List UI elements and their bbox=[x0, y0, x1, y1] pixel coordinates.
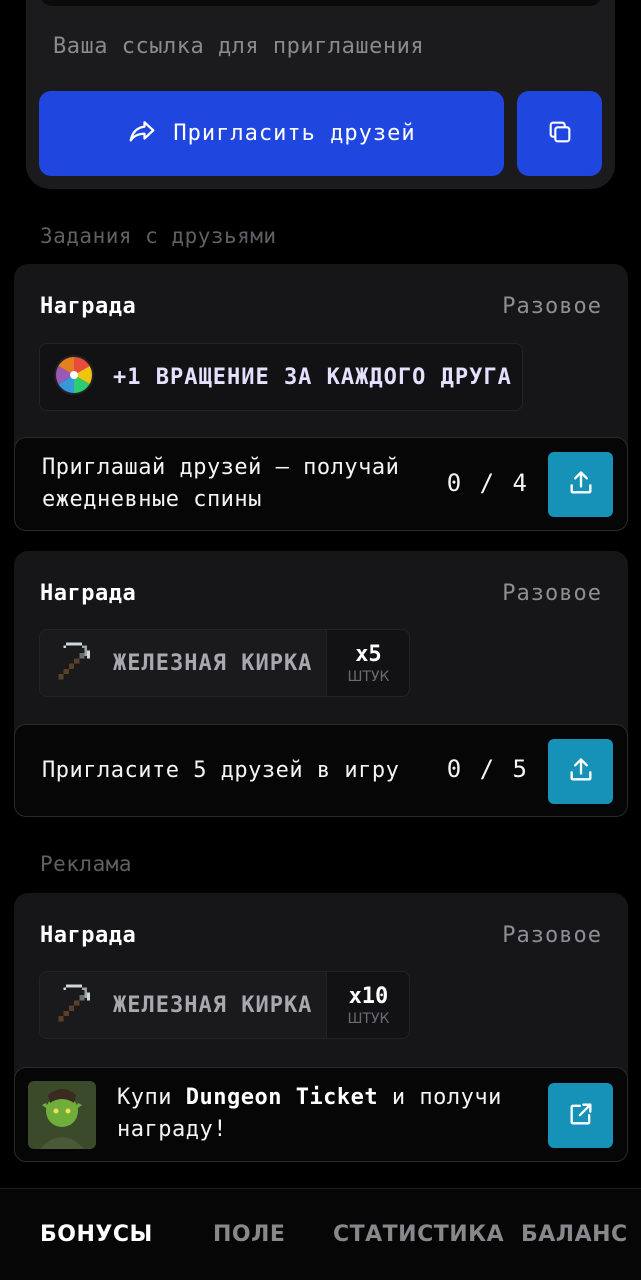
copy-link-button[interactable] bbox=[517, 91, 602, 176]
nav-item-field[interactable]: ПОЛЕ bbox=[213, 1222, 285, 1247]
bottom-nav: БОНУСЫ ПОЛЕ СТАТИСТИКА БАЛАНС bbox=[0, 1188, 641, 1280]
reward-type: Разовое bbox=[502, 923, 602, 948]
task-progress-separator: / bbox=[479, 755, 497, 783]
invite-top-field bbox=[40, 0, 602, 6]
reward-quantity: x5 ШТУК bbox=[327, 630, 409, 696]
task-description: Купи Dungeon Ticket и получи награду! bbox=[117, 1082, 547, 1146]
section-title-friends-tasks: Задания с друзьями bbox=[40, 224, 277, 248]
task-progress-total: 4 bbox=[512, 469, 529, 497]
reward-quantity-value: x5 bbox=[355, 641, 382, 667]
reward-chip: ЖЕЛЕЗНАЯ КИРКА x5 ШТУК bbox=[39, 629, 411, 697]
reward-quantity-value: x10 bbox=[348, 983, 389, 1009]
pickaxe-icon bbox=[53, 982, 95, 1028]
task-progress-total: 5 bbox=[512, 755, 529, 783]
reward-chip: +1 ВРАЩЕНИЕ ЗА КАЖДОГО ДРУГА bbox=[39, 343, 523, 411]
task-share-button[interactable] bbox=[548, 739, 613, 804]
invite-link-placeholder[interactable]: Ваша ссылка для приглашения bbox=[53, 34, 424, 59]
goblin-avatar bbox=[28, 1081, 96, 1149]
task-row: Пригласите 5 друзей в игру 0 / 5 bbox=[14, 724, 628, 817]
reward-quantity: x10 ШТУК bbox=[327, 972, 409, 1038]
task-progress-current: 0 bbox=[446, 469, 464, 497]
copy-icon bbox=[546, 118, 574, 150]
pickaxe-icon bbox=[53, 640, 95, 686]
nav-item-bonuses[interactable]: БОНУСЫ bbox=[40, 1222, 153, 1247]
reward-label: Награда bbox=[40, 294, 137, 319]
reward-item-name: ЖЕЛЕЗНАЯ КИРКА bbox=[113, 650, 313, 676]
task-row: Приглашай друзей – получай ежедневные сп… bbox=[14, 437, 628, 531]
task-card: Награда Разовое +1 ВРАЩЕНИЕ ЗА КАЖДОГО Д… bbox=[14, 264, 628, 531]
reward-quantity-unit: ШТУК bbox=[347, 668, 390, 685]
nav-item-statistics[interactable]: СТАТИСТИКА bbox=[333, 1222, 504, 1247]
reward-chip: ЖЕЛЕЗНАЯ КИРКА x10 ШТУК bbox=[39, 971, 411, 1039]
nav-item-balance[interactable]: БАЛАНС bbox=[521, 1222, 628, 1247]
task-progress: 0 / 4 bbox=[447, 469, 529, 497]
reward-label: Награда bbox=[40, 581, 137, 606]
task-card: Награда Разовое ЖЕЛЕЗНАЯ КИРКА bbox=[14, 551, 628, 817]
reward-label: Награда bbox=[40, 923, 137, 948]
task-description-bold: Dungeon Ticket bbox=[185, 1085, 379, 1110]
task-card: Награда Разовое ЖЕЛЕЗНАЯ КИРКА bbox=[14, 893, 628, 1162]
reward-type: Разовое bbox=[502, 581, 602, 606]
section-title-ads: Реклама bbox=[40, 852, 133, 876]
reward-type: Разовое bbox=[502, 294, 602, 319]
task-open-link-button[interactable] bbox=[548, 1083, 613, 1148]
task-share-button[interactable] bbox=[548, 452, 613, 517]
reward-item-main: ЖЕЛЕЗНАЯ КИРКА bbox=[40, 630, 328, 696]
reward-text: +1 ВРАЩЕНИЕ ЗА КАЖДОГО ДРУГА bbox=[113, 364, 512, 390]
reward-item-main: ЖЕЛЕЗНАЯ КИРКА bbox=[40, 972, 328, 1038]
reward-quantity-unit: ШТУК bbox=[347, 1010, 390, 1027]
upload-share-icon bbox=[567, 469, 595, 501]
wheel-icon bbox=[53, 354, 95, 400]
external-link-icon bbox=[567, 1100, 595, 1132]
task-row: Купи Dungeon Ticket и получи награду! bbox=[14, 1067, 628, 1162]
task-description: Пригласите 5 друзей в игру bbox=[42, 758, 400, 783]
task-description-text: Купи bbox=[117, 1085, 186, 1110]
share-arrow-icon bbox=[127, 116, 157, 152]
upload-share-icon bbox=[567, 756, 595, 788]
task-progress: 0 / 5 bbox=[447, 755, 529, 783]
task-progress-separator: / bbox=[479, 469, 497, 497]
task-description: Приглашай друзей – получай ежедневные сп… bbox=[42, 455, 400, 512]
task-progress-current: 0 bbox=[446, 755, 464, 783]
invite-friends-button[interactable]: Пригласить друзей bbox=[39, 91, 504, 176]
invite-friends-label: Пригласить друзей bbox=[173, 121, 416, 146]
reward-item-name: ЖЕЛЕЗНАЯ КИРКА bbox=[113, 992, 313, 1018]
